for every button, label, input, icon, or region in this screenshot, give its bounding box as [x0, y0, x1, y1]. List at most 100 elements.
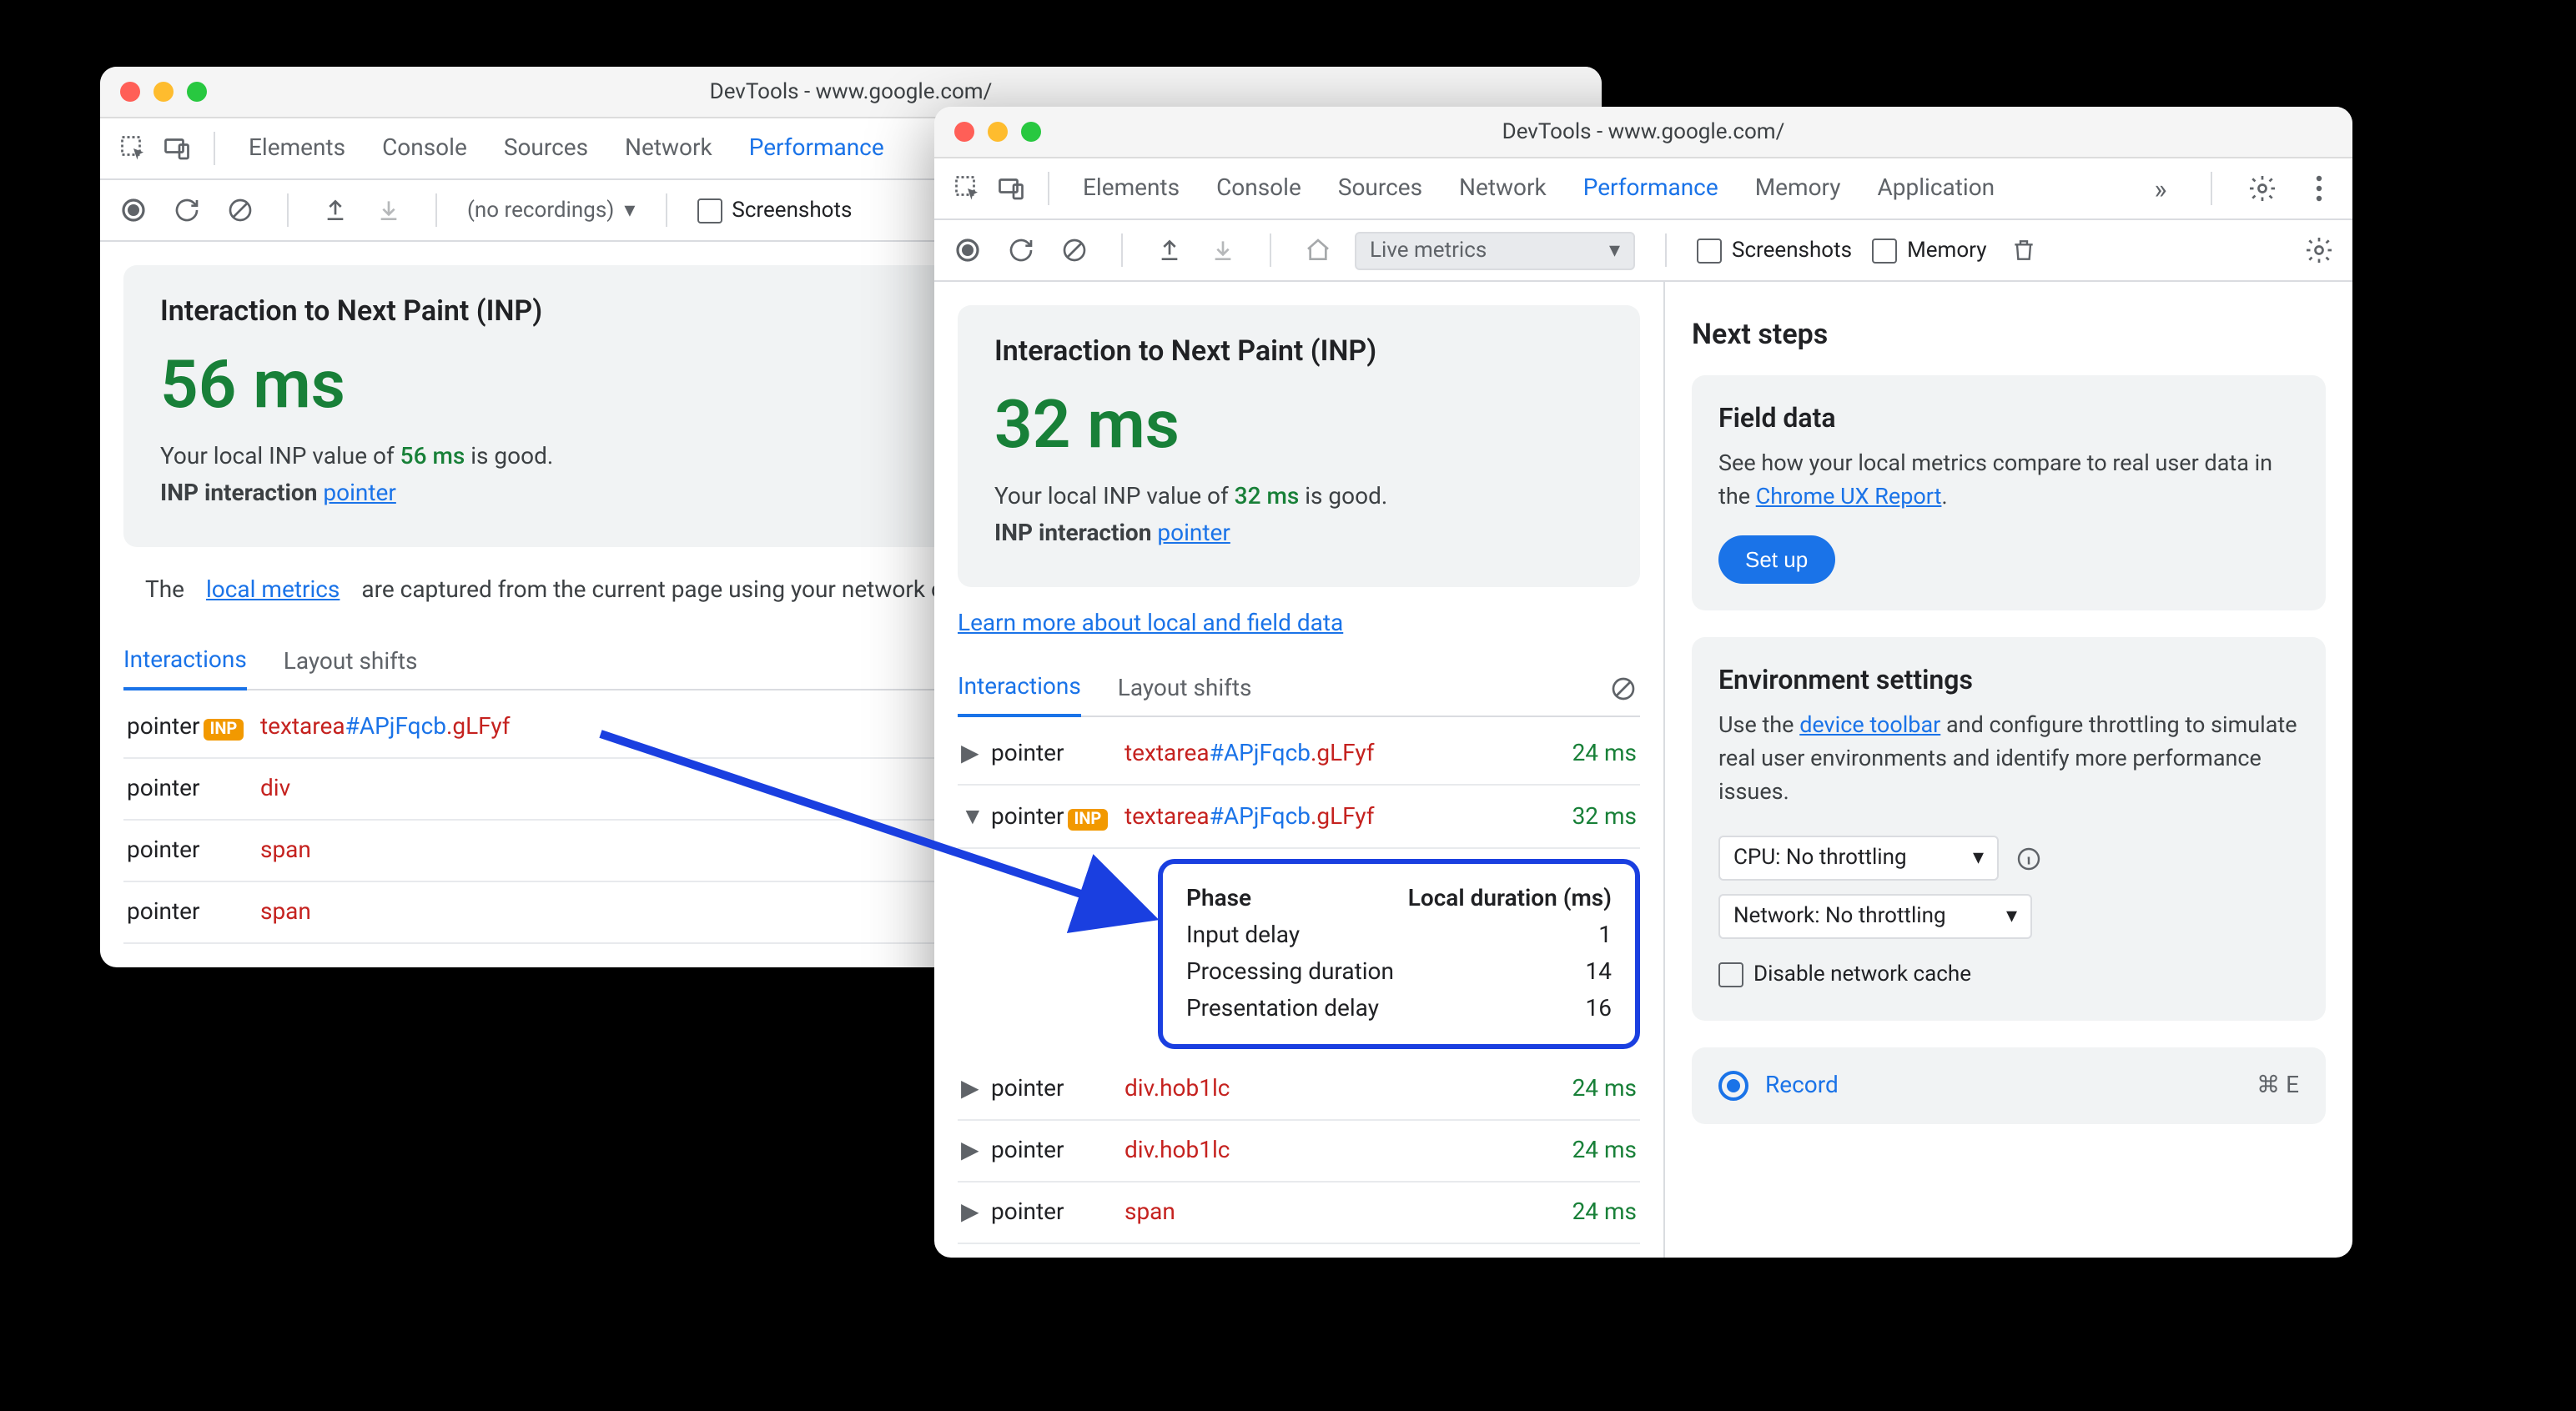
inp-value: 32 ms	[994, 385, 1603, 464]
tab-performance[interactable]: Performance	[1583, 174, 1718, 203]
interaction-row[interactable]: ▶pointertextarea#APjFqcb.gLFyf24 ms	[958, 724, 1640, 786]
interaction-type: pointerINP	[127, 714, 260, 741]
tab-application[interactable]: Application	[1878, 174, 1995, 203]
clear-list-icon[interactable]	[1607, 671, 1640, 705]
tab-elements[interactable]: Elements	[249, 134, 345, 163]
expand-caret-icon[interactable]: ▼	[961, 802, 981, 831]
pointer-link[interactable]: pointer	[323, 480, 395, 507]
record-shortcut: ⌘ E	[2257, 1073, 2299, 1100]
pointer-link[interactable]: pointer	[1157, 520, 1230, 547]
tab-elements[interactable]: Elements	[1083, 174, 1180, 203]
perf-toolbar: Live metrics▾ Screenshots Memory	[934, 220, 2352, 282]
interaction-row[interactable]: ▼ pointerINPtextarea#APjFqcb.gLFyf32 ms	[958, 786, 1640, 849]
recordings-select[interactable]: (no recordings)▾	[467, 198, 635, 223]
field-data-card: Field data See how your local metrics co…	[1692, 375, 2326, 610]
tab-sources[interactable]: Sources	[1338, 174, 1422, 203]
next-steps-heading: Next steps	[1692, 319, 2326, 352]
env-settings-card: Environment settings Use the device tool…	[1692, 636, 2326, 1022]
tab-interactions[interactable]: Interactions	[958, 660, 1081, 717]
tab-console[interactable]: Console	[1216, 174, 1301, 203]
learn-more-link[interactable]: Learn more about local and field data	[958, 610, 1343, 637]
selector: span	[1124, 1199, 1537, 1226]
cpu-throttle-select[interactable]: CPU: No throttling▾	[1718, 836, 1999, 881]
trash-icon[interactable]	[2007, 233, 2040, 267]
disable-cache-checkbox[interactable]: Disable network cache	[1718, 963, 1971, 988]
settings-icon[interactable]	[2246, 172, 2279, 205]
devtools-window-right: DevTools - www.google.com/ Elements Conso…	[934, 107, 2352, 1258]
reload-icon[interactable]	[1004, 233, 1038, 267]
home-icon[interactable]	[1301, 233, 1335, 267]
download-icon[interactable]	[1206, 233, 1240, 267]
tab-sources[interactable]: Sources	[504, 134, 588, 163]
tab-interactions[interactable]: Interactions	[123, 634, 247, 690]
inp-card: Interaction to Next Paint (INP) 32 ms Yo…	[958, 305, 1640, 587]
inspect-icon[interactable]	[951, 172, 984, 205]
expand-caret-icon[interactable]: ▶	[961, 1137, 981, 1164]
record-dot-icon	[1718, 1072, 1748, 1102]
local-metrics-link[interactable]: local metrics	[206, 577, 340, 604]
selector: textarea#APjFqcb.gLFyf	[1124, 803, 1537, 830]
interaction-tabs: Interactions Layout shifts	[958, 660, 1640, 717]
interaction-type: pointer	[127, 837, 260, 864]
env-text: Use the device toolbar and configure thr…	[1718, 708, 2299, 810]
kebab-icon[interactable]	[2302, 172, 2336, 205]
window-title: DevTools - www.google.com/	[100, 79, 1602, 104]
sidebar: Next steps Field data See how your local…	[1663, 282, 2352, 1258]
crux-link[interactable]: Chrome UX Report	[1756, 485, 1942, 511]
interaction-type: pointer	[991, 1137, 1124, 1164]
titlebar: DevTools - www.google.com/	[934, 107, 2352, 158]
download-icon[interactable]	[372, 193, 405, 227]
record-button[interactable]: Record	[1718, 1072, 1839, 1102]
device-toolbar-link[interactable]: device toolbar	[1799, 711, 1940, 738]
device-toolbar-icon[interactable]	[994, 172, 1028, 205]
inspect-icon[interactable]	[117, 132, 150, 165]
upload-icon[interactable]	[319, 193, 352, 227]
expand-caret-icon[interactable]: ▶	[961, 741, 981, 767]
live-metrics-select[interactable]: Live metrics▾	[1355, 231, 1635, 269]
tab-network[interactable]: Network	[625, 134, 712, 163]
expand-caret-icon[interactable]: ▶	[961, 1199, 981, 1226]
interaction-type: pointer	[991, 741, 1124, 767]
selector: div.hob1lc	[1124, 1076, 1537, 1102]
field-data-title: Field data	[1718, 402, 2299, 434]
device-toolbar-icon[interactable]	[160, 132, 194, 165]
tab-layout-shifts[interactable]: Layout shifts	[1118, 661, 1252, 715]
inp-badge: INP	[1067, 808, 1108, 830]
tab-layout-shifts[interactable]: Layout shifts	[284, 635, 418, 688]
interaction-type: pointer	[127, 776, 260, 802]
field-data-text: See how your local metrics compare to re…	[1718, 447, 2299, 515]
tab-console[interactable]: Console	[382, 134, 467, 163]
interaction-row[interactable]: ▶pointerdiv.o3j99.qarstb16 ms	[958, 1244, 1640, 1258]
phase-breakdown: PhaseLocal duration (ms)Input delay1Proc…	[1158, 859, 1640, 1049]
window-title: DevTools - www.google.com/	[934, 119, 2352, 144]
info-icon[interactable]	[2012, 842, 2045, 876]
clear-icon[interactable]	[224, 193, 257, 227]
interaction-row[interactable]: ▶pointerdiv.hob1lc24 ms	[958, 1059, 1640, 1121]
duration: 32 ms	[1537, 803, 1637, 830]
interaction-type: pointer	[127, 899, 260, 926]
interaction-type: pointerINP	[991, 803, 1124, 830]
settings-icon[interactable]	[2302, 233, 2336, 267]
duration: 24 ms	[1537, 741, 1637, 767]
setup-button[interactable]: Set up	[1718, 535, 1834, 583]
record-icon[interactable]	[117, 193, 150, 227]
screenshots-checkbox[interactable]: Screenshots	[697, 198, 852, 223]
interaction-type: pointer	[991, 1199, 1124, 1226]
reload-icon[interactable]	[170, 193, 204, 227]
clear-icon[interactable]	[1058, 233, 1091, 267]
tab-memory[interactable]: Memory	[1755, 174, 1841, 203]
more-tabs-icon[interactable]: »	[2144, 172, 2177, 205]
memory-checkbox[interactable]: Memory	[1872, 238, 1986, 263]
upload-icon[interactable]	[1153, 233, 1186, 267]
expand-caret-icon[interactable]: ▶	[961, 1076, 981, 1102]
screenshots-checkbox[interactable]: Screenshots	[1697, 238, 1852, 263]
duration: 24 ms	[1537, 1137, 1637, 1164]
interaction-row[interactable]: ▶ pointerspan24 ms	[958, 1183, 1640, 1244]
tab-network[interactable]: Network	[1459, 174, 1547, 203]
duration: 24 ms	[1537, 1076, 1637, 1102]
network-throttle-select[interactable]: Network: No throttling▾	[1718, 895, 2032, 940]
tab-performance[interactable]: Performance	[749, 134, 884, 163]
interaction-row[interactable]: ▶pointerdiv.hob1lc24 ms	[958, 1121, 1640, 1183]
record-icon[interactable]	[951, 233, 984, 267]
duration: 24 ms	[1537, 1199, 1637, 1226]
